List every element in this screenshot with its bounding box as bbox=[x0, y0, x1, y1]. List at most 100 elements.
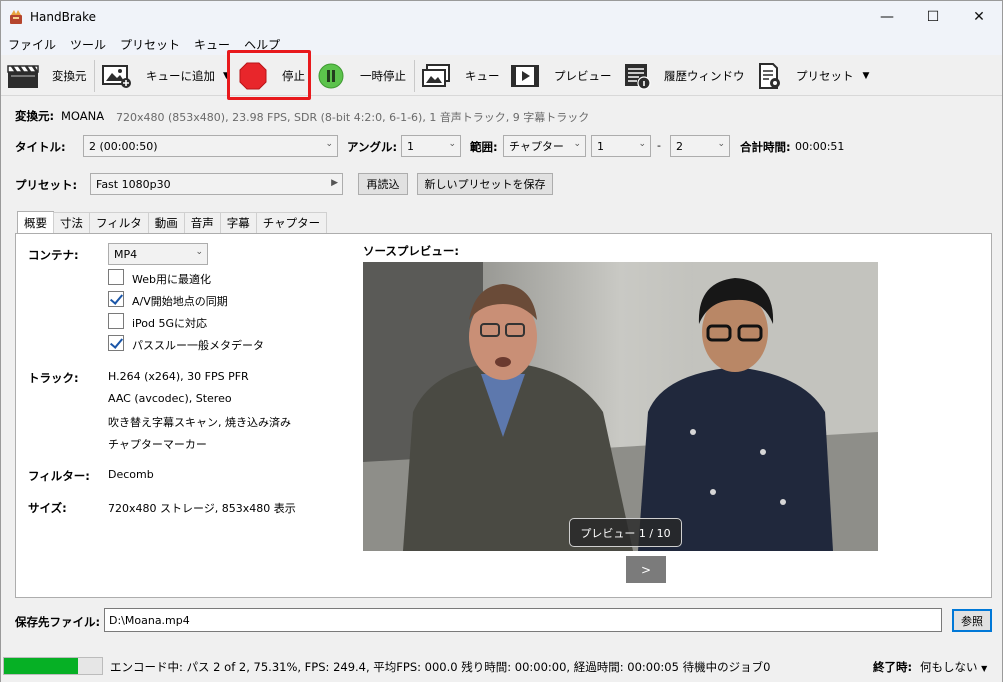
ipod-5g-label: iPod 5Gに対応 bbox=[132, 317, 208, 330]
tab-chapters[interactable]: チャプター bbox=[255, 212, 328, 233]
add-image-icon bbox=[102, 65, 131, 88]
minimize-icon: — bbox=[880, 9, 894, 25]
preset-label: プリセット: bbox=[15, 178, 78, 192]
pause-label: 一時停止 bbox=[360, 69, 406, 83]
preset-select-value: Fast 1080p30 bbox=[96, 177, 171, 191]
angle-select[interactable]: 1 ⌄ bbox=[401, 135, 461, 157]
container-label: コンテナ: bbox=[28, 248, 79, 262]
preset-select[interactable]: Fast 1080p30 ▶ bbox=[90, 173, 343, 195]
preview-label: プレビュー bbox=[554, 69, 612, 83]
source-title-label: 変換元: bbox=[15, 109, 55, 123]
clapperboard-icon bbox=[7, 65, 39, 88]
track-item: 吹き替え字幕スキャン, 焼き込み済み bbox=[108, 416, 291, 429]
title-select[interactable]: 2 (00:00:50) ⌄ bbox=[83, 135, 338, 157]
toolbar-separator bbox=[94, 60, 95, 92]
toolbar: 変換元 キューに追加 ▼ 停止 一時停止 キュー プレビュー 履歴ウィンドウ プ… bbox=[1, 55, 1002, 96]
passthru-metadata-label: パススルー一般メタデータ bbox=[132, 339, 264, 352]
queue-label: キュー bbox=[465, 69, 500, 83]
filters-value: Decomb bbox=[108, 468, 154, 481]
next-preview-button[interactable]: > bbox=[626, 556, 666, 583]
menu-queue[interactable]: キュー bbox=[194, 36, 230, 53]
range-end-value: 2 bbox=[676, 139, 683, 153]
menu-presets[interactable]: プリセット bbox=[120, 36, 180, 53]
angle-select-value: 1 bbox=[407, 139, 414, 153]
source-name: MOANA bbox=[61, 109, 105, 123]
range-label: 範囲: bbox=[470, 140, 498, 154]
track-item: H.264 (x264), 30 FPS PFR bbox=[108, 370, 249, 383]
duration-label: 合計時間: bbox=[740, 140, 791, 154]
status-text: エンコード中: パス 2 of 2, 75.31%, FPS: 249.4, 平… bbox=[110, 660, 771, 674]
range-type-value: チャプター bbox=[509, 140, 564, 153]
size-value: 720x480 ストレージ, 853x480 表示 bbox=[108, 502, 296, 515]
presets-button[interactable]: プリセット ▼ bbox=[758, 61, 869, 91]
toolbar-separator bbox=[414, 60, 415, 92]
close-icon: ✕ bbox=[973, 9, 985, 25]
dropdown-arrow-icon: ▼ bbox=[981, 664, 988, 673]
ipod-5g-checkbox[interactable] bbox=[108, 313, 124, 329]
chevron-right-icon: ▶ bbox=[331, 178, 338, 188]
destination-label: 保存先ファイル: bbox=[15, 615, 101, 629]
activity-log-icon bbox=[625, 64, 651, 90]
range-type-select[interactable]: チャプター ⌄ bbox=[503, 135, 586, 157]
activity-log-button[interactable]: 履歴ウィンドウ bbox=[623, 61, 745, 91]
destination-input[interactable]: D:\Moana.mp4 bbox=[104, 608, 942, 632]
range-dash: - bbox=[657, 139, 661, 152]
title-select-value: 2 (00:00:50) bbox=[89, 139, 158, 153]
queue-button[interactable]: キュー bbox=[421, 61, 500, 91]
handbrake-window: HandBrake — ☐ ✕ ファイル ツール プリセット キュー ヘルプ 変… bbox=[0, 0, 1003, 682]
chevron-down-icon: ⌄ bbox=[448, 139, 456, 149]
range-start-value: 1 bbox=[597, 139, 604, 153]
when-done-label: 終了時: bbox=[873, 660, 913, 674]
maximize-button[interactable]: ☐ bbox=[910, 1, 956, 33]
handbrake-logo-icon bbox=[10, 10, 22, 24]
tab-subtitles[interactable]: 字幕 bbox=[219, 212, 257, 233]
source-button[interactable]: 変換元 bbox=[7, 61, 87, 91]
angle-label: アングル: bbox=[347, 140, 398, 154]
when-done-select[interactable]: 何もしない ▼ bbox=[920, 659, 987, 675]
title-label: タイトル: bbox=[15, 140, 66, 154]
reload-preset-button[interactable]: 再読込 bbox=[358, 173, 408, 195]
title-bar: HandBrake — ☐ ✕ bbox=[1, 1, 1002, 33]
presets-label: プリセット bbox=[796, 69, 854, 83]
chevron-down-icon: ⌄ bbox=[325, 139, 333, 149]
source-preview-label: ソースプレビュー: bbox=[363, 244, 460, 258]
tab-filters[interactable]: フィルタ bbox=[89, 212, 149, 233]
range-start-select[interactable]: 1 ⌄ bbox=[591, 135, 651, 157]
chevron-down-icon: ⌄ bbox=[573, 139, 581, 149]
pause-button[interactable]: 一時停止 bbox=[317, 61, 406, 91]
tab-video[interactable]: 動画 bbox=[147, 212, 185, 233]
container-select-value: MP4 bbox=[114, 247, 138, 261]
source-info: 720x480 (853x480), 23.98 FPS, SDR (8-bit… bbox=[116, 111, 590, 124]
tab-audio[interactable]: 音声 bbox=[183, 212, 221, 233]
tab-strip: 概要 寸法 フィルタ 動画 音声 字幕 チャプター bbox=[17, 211, 328, 233]
container-select[interactable]: MP4 ⌄ bbox=[108, 243, 208, 265]
menu-tools[interactable]: ツール bbox=[70, 36, 106, 53]
menu-file[interactable]: ファイル bbox=[8, 36, 56, 53]
add-to-queue-label: キューに追加 bbox=[146, 69, 215, 83]
preview-button[interactable]: プレビュー bbox=[511, 61, 612, 91]
preset-settings-icon bbox=[759, 63, 780, 89]
tab-dimensions[interactable]: 寸法 bbox=[53, 212, 90, 233]
minimize-button[interactable]: — bbox=[864, 1, 910, 33]
web-optimize-checkbox[interactable] bbox=[108, 269, 124, 285]
pause-icon bbox=[318, 63, 344, 89]
av-align-checkbox[interactable] bbox=[108, 291, 124, 307]
browse-button[interactable]: 参照 bbox=[952, 609, 992, 632]
dropdown-arrow-icon[interactable]: ▼ bbox=[863, 71, 870, 81]
menu-bar: ファイル ツール プリセット キュー ヘルプ bbox=[1, 33, 1002, 55]
tab-summary[interactable]: 概要 bbox=[17, 211, 54, 233]
tracks-label: トラック: bbox=[28, 371, 79, 385]
preview-frame bbox=[363, 262, 878, 551]
close-button[interactable]: ✕ bbox=[956, 1, 1002, 33]
source-preview-image bbox=[363, 262, 878, 551]
track-item: AAC (avcodec), Stereo bbox=[108, 392, 232, 405]
track-item: チャプターマーカー bbox=[108, 438, 207, 451]
add-to-queue-button[interactable]: キューに追加 ▼ bbox=[102, 61, 230, 91]
save-new-preset-button[interactable]: 新しいプリセットを保存 bbox=[417, 173, 553, 195]
when-done-value: 何もしない bbox=[920, 660, 978, 674]
progress-fill bbox=[4, 658, 78, 674]
web-optimize-label: Web用に最適化 bbox=[132, 273, 211, 286]
encode-progress-bar bbox=[3, 657, 103, 675]
passthru-metadata-checkbox[interactable] bbox=[108, 335, 124, 351]
range-end-select[interactable]: 2 ⌄ bbox=[670, 135, 730, 157]
